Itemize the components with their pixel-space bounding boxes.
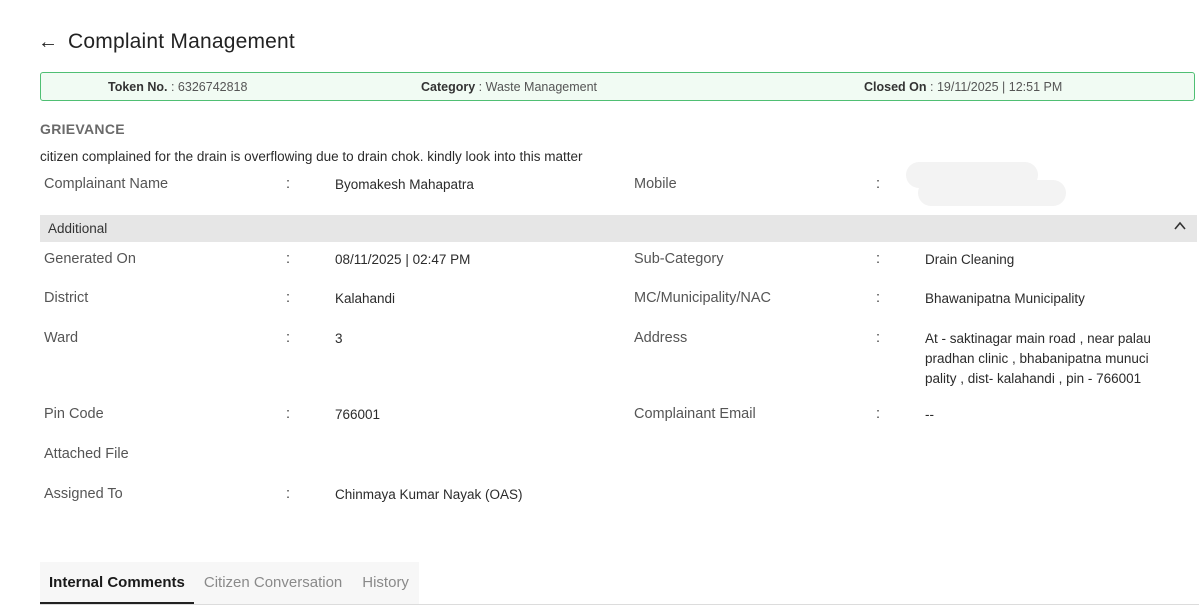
complainant-name-value: Byomakesh Mahapatra <box>335 177 474 192</box>
tab-bar: Internal Comments Citizen Conversation H… <box>40 562 419 604</box>
additional-label: Additional <box>48 221 108 236</box>
district-value: Kalahandi <box>335 291 396 306</box>
category-label: Category <box>421 80 476 94</box>
tab-history[interactable]: History <box>352 562 419 604</box>
assigned-to-value: Chinmaya Kumar Nayak (OAS) <box>335 487 523 502</box>
colon: : <box>876 330 881 346</box>
colon: : <box>876 176 881 192</box>
ward-value: 3 <box>335 331 343 346</box>
complaint-summary-bar: Token No. : 6326742818 Category : Waste … <box>40 72 1195 101</box>
complainant-email-label: Complainant Email <box>634 406 756 422</box>
tab-citizen-conversation[interactable]: Citizen Conversation <box>194 562 352 604</box>
colon: : <box>286 330 291 346</box>
tab-internal-comments[interactable]: Internal Comments <box>40 562 194 604</box>
attached-file-label: Attached File <box>44 446 129 462</box>
category-value: : Waste Management <box>478 80 598 94</box>
page-title: Complaint Management <box>68 30 295 53</box>
tab-divider <box>40 604 1199 605</box>
token-value: : 6326742818 <box>170 80 248 94</box>
generated-on-value: 08/11/2025 | 02:47 PM <box>335 252 471 267</box>
colon: : <box>286 486 291 502</box>
closed-on-label: Closed On <box>864 80 927 94</box>
colon: : <box>286 251 291 267</box>
municipality-value: Bhawanipatna Municipality <box>925 291 1085 306</box>
complainant-email-value: -- <box>925 407 934 422</box>
district-label: District <box>44 290 89 306</box>
colon: : <box>876 406 881 422</box>
grievance-description: citizen complained for the drain is over… <box>40 149 583 164</box>
generated-on-label: Generated On <box>44 251 136 267</box>
sub-category-value: Drain Cleaning <box>925 252 1015 267</box>
closed-on-info: Closed On : 19/11/2025 | 12:51 PM <box>864 80 1062 94</box>
colon: : <box>286 290 291 306</box>
address-label: Address <box>634 330 688 346</box>
colon: : <box>876 251 881 267</box>
chevron-up-icon[interactable] <box>1173 219 1187 233</box>
closed-on-value: : 19/11/2025 | 12:51 PM <box>930 80 1063 94</box>
redacted-mobile <box>918 180 1066 206</box>
ward-label: Ward <box>44 330 79 346</box>
token-label: Token No. <box>108 80 168 94</box>
municipality-label: MC/Municipality/NAC <box>634 290 771 306</box>
token-info: Token No. : 6326742818 <box>108 80 247 94</box>
mobile-label: Mobile <box>634 176 677 192</box>
grievance-heading: GRIEVANCE <box>40 121 125 137</box>
pin-code-value: 766001 <box>335 407 381 422</box>
colon: : <box>876 290 881 306</box>
category-info: Category : Waste Management <box>421 80 597 94</box>
pin-code-label: Pin Code <box>44 406 104 422</box>
assigned-to-label: Assigned To <box>44 486 123 502</box>
colon: : <box>286 406 291 422</box>
colon: : <box>286 176 291 192</box>
sub-category-label: Sub-Category <box>634 251 724 267</box>
additional-section-toggle[interactable]: Additional <box>40 215 1197 242</box>
arrow-left-icon[interactable]: ← <box>38 32 60 52</box>
address-value: At - saktinagar main road , near palau p… <box>925 331 1151 386</box>
complainant-name-label: Complainant Name <box>44 176 169 192</box>
page-header: ← Complaint Management <box>38 26 295 58</box>
